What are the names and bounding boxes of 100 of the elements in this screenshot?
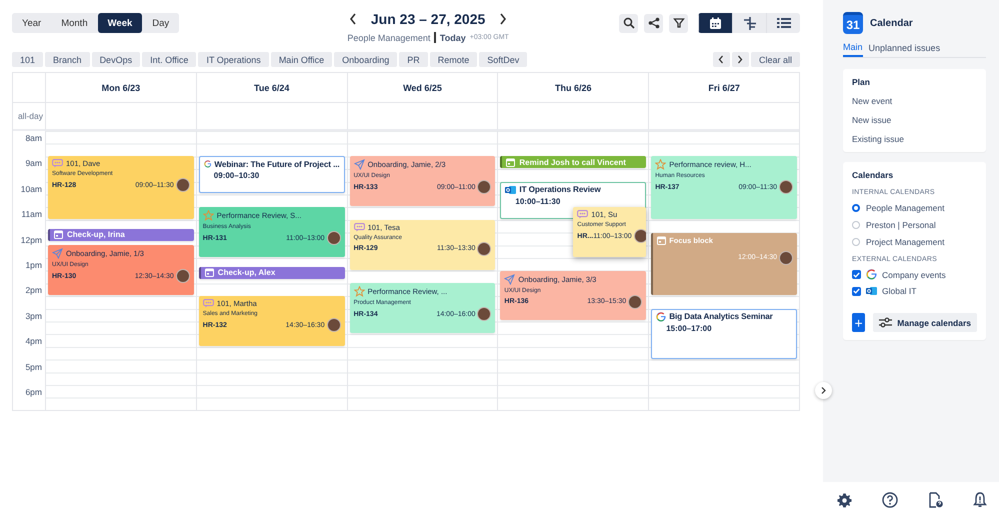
share-button[interactable] xyxy=(644,14,663,32)
clear-all-button[interactable]: Clear all xyxy=(750,52,800,67)
plan-action[interactable]: New event xyxy=(852,96,892,106)
paper-plane-icon xyxy=(504,274,516,285)
hour-label: 6pm xyxy=(25,386,42,399)
filter-chip[interactable]: SoftDev xyxy=(479,52,528,67)
calendar-logo: 31 xyxy=(843,12,863,34)
filter-button[interactable] xyxy=(669,14,688,32)
view-tab[interactable]: Week xyxy=(98,13,142,33)
settings-icon[interactable] xyxy=(837,492,852,508)
chevron-right-icon xyxy=(821,387,826,394)
avatar xyxy=(779,180,793,194)
event-time: 15:00–17:00 xyxy=(665,324,713,333)
star-icon xyxy=(202,210,214,222)
paper-plane-icon xyxy=(52,248,63,260)
avatar xyxy=(477,242,492,256)
hour-label: 11am xyxy=(21,209,42,222)
manage-calendars-button[interactable]: Manage calendars xyxy=(873,313,977,332)
google-icon xyxy=(656,312,666,322)
star-icon xyxy=(655,159,666,170)
reminder-title: Remind Josh to call Vincent xyxy=(519,158,626,167)
expand-sidebar-button[interactable] xyxy=(815,382,832,399)
filter-chip[interactable]: IT Operations xyxy=(198,52,269,67)
calendar-option[interactable]: Company events xyxy=(882,270,946,280)
sidebar-tab[interactable]: Main xyxy=(843,40,863,57)
filter-icon xyxy=(672,17,684,29)
list-view-button[interactable] xyxy=(766,13,800,33)
hour-label: 2pm xyxy=(25,285,42,298)
calendar-icon xyxy=(709,16,722,30)
event-title: IT Operations Review xyxy=(519,185,601,194)
day-header: Mon 6/23 xyxy=(102,82,140,92)
calendar-icon xyxy=(506,158,516,167)
card-title: Plan xyxy=(852,77,871,87)
calendar-icon xyxy=(657,236,666,245)
checkbox[interactable] xyxy=(852,270,861,279)
radio-button[interactable] xyxy=(852,238,860,246)
hour-label: 9am xyxy=(25,158,42,170)
list-icon xyxy=(776,17,790,29)
share-icon xyxy=(648,17,660,29)
reminder-title: Check-up, Alex xyxy=(218,268,276,278)
calendar-option[interactable]: Preston | Personal xyxy=(866,220,936,230)
event-card[interactable]: Webinar: The Future of Project ... 09:00–10:30 xyxy=(198,156,345,194)
day-header: Fri 6/27 xyxy=(708,82,740,92)
event-time: 10:00–11:30 xyxy=(514,196,562,206)
plan-action[interactable]: New issue xyxy=(852,115,892,125)
hour-label: 12pm xyxy=(20,234,42,247)
outlook-icon xyxy=(866,286,877,296)
app-title: Calendar xyxy=(870,18,913,28)
calendar-option[interactable]: People Management xyxy=(866,203,944,213)
calendar-view-button[interactable] xyxy=(698,13,732,33)
hour-label: 8am xyxy=(25,133,42,145)
document-question-icon[interactable] xyxy=(928,492,943,508)
all-day-label: all-day xyxy=(18,111,43,121)
reminder-title: Check-up, Irina xyxy=(67,230,125,240)
chevron-right-icon xyxy=(737,55,744,64)
today-link[interactable]: Today xyxy=(440,32,466,42)
event-time: 09:00–10:30 xyxy=(212,171,260,180)
filter-chip[interactable]: 101 xyxy=(12,52,44,67)
calendar-name: People Management xyxy=(347,32,430,42)
avatar xyxy=(628,294,642,309)
day-header: Thu 6/26 xyxy=(555,82,592,92)
hour-label: 4pm xyxy=(25,336,42,348)
calendar-option[interactable]: Project Management xyxy=(866,237,944,247)
filter-chip[interactable]: Onboarding xyxy=(334,52,398,67)
filter-chip[interactable]: Remote xyxy=(430,52,478,67)
add-calendar-button[interactable]: + xyxy=(852,313,866,332)
hour-label: 10am xyxy=(20,184,42,196)
chat-icon xyxy=(577,210,588,220)
hour-label: 1pm xyxy=(25,260,42,272)
notification-icon[interactable] xyxy=(972,492,987,508)
outlook-icon xyxy=(505,184,516,195)
reminder-bar[interactable]: Check-up, Irina xyxy=(48,228,194,241)
help-icon[interactable] xyxy=(882,492,898,508)
search-button[interactable] xyxy=(619,14,638,32)
google-icon xyxy=(204,159,212,170)
calendar-option[interactable]: Global IT xyxy=(882,286,916,296)
avatar xyxy=(326,318,341,332)
scroll-left-button[interactable] xyxy=(712,52,730,67)
filter-chip[interactable]: Branch xyxy=(45,52,90,67)
timeline-view-button[interactable] xyxy=(732,13,766,33)
star-icon xyxy=(354,286,365,298)
previous-button[interactable] xyxy=(348,13,357,25)
chat-icon xyxy=(354,222,365,232)
event-card[interactable]: Big Data Analytics Seminar 15:00–17:00 xyxy=(651,308,797,359)
hour-label: 3pm xyxy=(25,310,42,323)
filter-chip[interactable]: Main Office xyxy=(270,52,332,67)
day-header: Tue 6/24 xyxy=(254,82,290,92)
plan-action[interactable]: Existing issue xyxy=(852,134,904,144)
next-button[interactable] xyxy=(499,13,508,25)
reminder-bar[interactable]: Check-up, Alex xyxy=(198,266,345,279)
paper-plane-icon xyxy=(354,159,365,170)
filter-chip[interactable]: PR xyxy=(399,52,428,67)
sidebar-tab[interactable]: Unplanned issues xyxy=(868,40,940,57)
checkbox[interactable] xyxy=(852,286,861,296)
filter-chip[interactable]: DevOps xyxy=(92,52,140,67)
scroll-right-button[interactable] xyxy=(732,52,749,67)
radio-button[interactable] xyxy=(852,204,860,212)
radio-button[interactable] xyxy=(852,221,860,229)
google-icon xyxy=(866,269,877,280)
filter-chip[interactable]: Int. Office xyxy=(142,52,196,67)
